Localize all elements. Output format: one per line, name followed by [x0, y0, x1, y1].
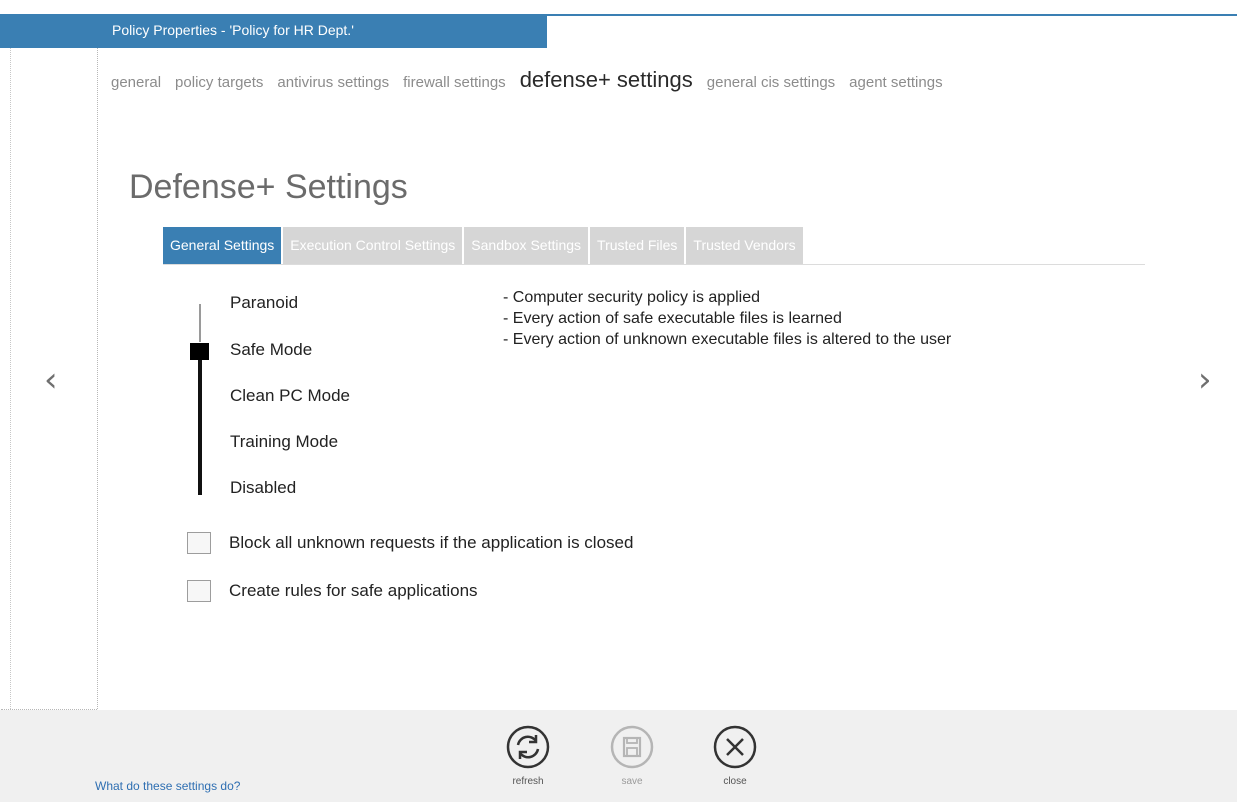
close-icon — [713, 725, 757, 769]
defense-sub-tabs: General Settings Execution Control Setti… — [163, 227, 805, 264]
refresh-button[interactable]: refresh — [503, 724, 553, 787]
page-title: Defense+ Settings — [129, 168, 408, 206]
subtab-trusted-files[interactable]: Trusted Files — [590, 227, 685, 264]
security-slider-track-lower[interactable] — [198, 352, 202, 495]
tab-defense-settings[interactable]: defense+ settings — [520, 67, 693, 93]
level-clean-pc-mode[interactable]: Clean PC Mode — [230, 386, 350, 406]
level-training-mode[interactable]: Training Mode — [230, 432, 338, 452]
block-unknown-label[interactable]: Block all unknown requests if the applic… — [229, 533, 633, 553]
save-label: save — [621, 776, 643, 787]
save-button[interactable]: save — [607, 724, 657, 787]
save-icon — [610, 725, 654, 769]
level-paranoid[interactable]: Paranoid — [230, 293, 298, 313]
block-unknown-option: Block all unknown requests if the applic… — [187, 532, 633, 554]
level-description-line: - Computer security policy is applied — [503, 289, 760, 306]
level-safe-mode[interactable]: Safe Mode — [230, 340, 312, 360]
subtab-sandbox-settings[interactable]: Sandbox Settings — [464, 227, 589, 264]
create-rules-checkbox[interactable] — [187, 580, 211, 602]
level-description-line: - Every action of safe executable files … — [503, 310, 842, 327]
subtab-general-settings[interactable]: General Settings — [163, 227, 282, 264]
close-label: close — [723, 776, 747, 787]
tab-policy-targets[interactable]: policy targets — [175, 74, 263, 91]
security-slider-track-upper[interactable] — [199, 304, 201, 342]
help-link[interactable]: What do these settings do? — [95, 779, 240, 793]
tab-agent-settings[interactable]: agent settings — [849, 74, 942, 91]
title-bar: Policy Properties - 'Policy for HR Dept.… — [0, 14, 547, 48]
policy-nav-tabs: general policy targets antivirus setting… — [111, 67, 957, 93]
tab-general[interactable]: general — [111, 74, 161, 91]
create-rules-label[interactable]: Create rules for safe applications — [229, 581, 478, 601]
security-slider-thumb[interactable] — [190, 343, 209, 360]
subtab-trusted-vendors[interactable]: Trusted Vendors — [686, 227, 803, 264]
create-rules-option: Create rules for safe applications — [187, 580, 478, 602]
subtab-execution-control-settings[interactable]: Execution Control Settings — [283, 227, 463, 264]
window-title: Policy Properties - 'Policy for HR Dept.… — [112, 22, 354, 38]
tab-antivirus-settings[interactable]: antivirus settings — [277, 74, 389, 91]
refresh-label: refresh — [512, 776, 544, 787]
level-disabled[interactable]: Disabled — [230, 478, 296, 498]
level-description-line: - Every action of unknown executable fil… — [503, 331, 952, 348]
chevron-right-icon[interactable]: › — [1198, 360, 1212, 400]
tab-general-cis-settings[interactable]: general cis settings — [707, 74, 835, 91]
chevron-left-icon[interactable]: ‹ — [44, 360, 58, 400]
block-unknown-checkbox[interactable] — [187, 532, 211, 554]
sub-tab-divider — [163, 264, 1145, 265]
refresh-icon — [506, 725, 550, 769]
tab-firewall-settings[interactable]: firewall settings — [403, 74, 506, 91]
close-button[interactable]: close — [710, 724, 760, 787]
